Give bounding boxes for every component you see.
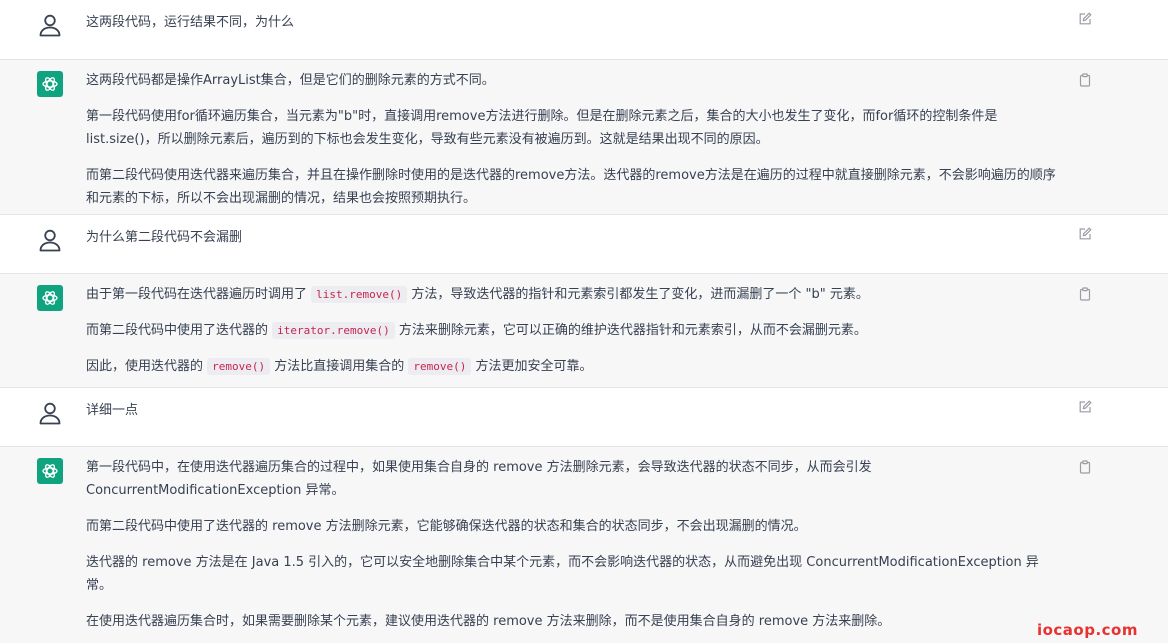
message-paragraph: 第一段代码中，在使用迭代器遍历集合的过程中，如果使用集合自身的 remove 方… (86, 460, 872, 498)
text-segment: 由于第一段代码在迭代器遍历时调用了 (86, 287, 312, 302)
message-text: 第一段代码中，在使用迭代器遍历集合的过程中，如果使用集合自身的 remove 方… (86, 456, 1061, 633)
chatgpt-logo-icon (37, 285, 63, 311)
user-icon (37, 400, 63, 426)
chat-thread: 这两段代码，运行结果不同，为什么 这两段代码都是操作ArrayList集合，但是… (0, 0, 1168, 643)
user-icon (37, 12, 63, 38)
message-paragraph: 在使用迭代器遍历集合时，如果需要删除某个元素，建议使用迭代器的 remove 方… (86, 614, 891, 629)
inline-code: remove() (408, 358, 472, 375)
message-paragraph: 而第二段代码中使用了迭代器的 iterator.remove() 方法来删除元素… (86, 319, 1061, 342)
edit-icon[interactable] (1078, 399, 1092, 413)
edit-icon[interactable] (1078, 226, 1092, 240)
user-message: 这两段代码，运行结果不同，为什么 (0, 0, 1168, 60)
message-paragraph: 而第二段代码使用迭代器来遍历集合，并且在操作删除时使用的是迭代器的remove方… (86, 168, 1056, 206)
text-segment: 方法，导致迭代器的指针和元素索引都发生了变化，进而漏删了一个 "b" 元素。 (407, 287, 869, 302)
assistant-message: 第一段代码中，在使用迭代器遍历集合的过程中，如果使用集合自身的 remove 方… (0, 447, 1168, 643)
message-text: 详细一点 (86, 399, 1061, 422)
message-paragraph: 第一段代码使用for循环遍历集合，当元素为"b"时，直接调用remove方法进行… (86, 109, 998, 147)
inline-code: iterator.remove() (272, 322, 395, 339)
message-paragraph: 详细一点 (86, 403, 139, 418)
assistant-message: 这两段代码都是操作ArrayList集合，但是它们的删除元素的方式不同。 第一段… (0, 60, 1168, 215)
user-icon (37, 227, 63, 253)
message-text: 由于第一段代码在迭代器遍历时调用了 list.remove() 方法，导致迭代器… (86, 283, 1061, 378)
watermark: iocaop.com (1036, 621, 1138, 639)
text-segment: 方法比直接调用集合的 (270, 359, 409, 374)
copy-icon[interactable] (1078, 72, 1092, 87)
message-paragraph: 由于第一段代码在迭代器遍历时调用了 list.remove() 方法，导致迭代器… (86, 283, 1061, 306)
text-segment: 方法更加安全可靠。 (471, 359, 593, 374)
chatgpt-logo-icon (37, 71, 63, 97)
message-text: 这两段代码，运行结果不同，为什么 (86, 11, 1061, 34)
user-message: 为什么第二段代码不会漏删 (0, 215, 1168, 274)
message-paragraph: 这两段代码都是操作ArrayList集合，但是它们的删除元素的方式不同。 (86, 73, 495, 88)
message-paragraph: 因此，使用迭代器的 remove() 方法比直接调用集合的 remove() 方… (86, 355, 1061, 378)
inline-code: list.remove() (311, 286, 408, 303)
text-segment: 因此，使用迭代器的 (86, 359, 208, 374)
message-paragraph: 迭代器的 remove 方法是在 Java 1.5 引入的，它可以安全地删除集合… (86, 555, 1039, 593)
message-paragraph: 为什么第二段代码不会漏删 (86, 230, 243, 245)
message-text: 为什么第二段代码不会漏删 (86, 226, 1061, 249)
assistant-message: 由于第一段代码在迭代器遍历时调用了 list.remove() 方法，导致迭代器… (0, 274, 1168, 388)
chatgpt-logo-icon (37, 458, 63, 484)
text-segment: 方法来删除元素，它可以正确的维护迭代器指针和元素索引，从而不会漏删元素。 (394, 323, 867, 338)
message-text: 这两段代码都是操作ArrayList集合，但是它们的删除元素的方式不同。 第一段… (86, 69, 1061, 210)
copy-icon[interactable] (1078, 459, 1092, 474)
message-paragraph: 而第二段代码中使用了迭代器的 remove 方法删除元素，它能够确保迭代器的状态… (86, 519, 807, 534)
edit-icon[interactable] (1078, 11, 1092, 25)
user-message: 详细一点 (0, 388, 1168, 447)
copy-icon[interactable] (1078, 286, 1092, 301)
inline-code: remove() (207, 358, 271, 375)
text-segment: 而第二段代码中使用了迭代器的 (86, 323, 273, 338)
message-paragraph: 这两段代码，运行结果不同，为什么 (86, 15, 295, 30)
